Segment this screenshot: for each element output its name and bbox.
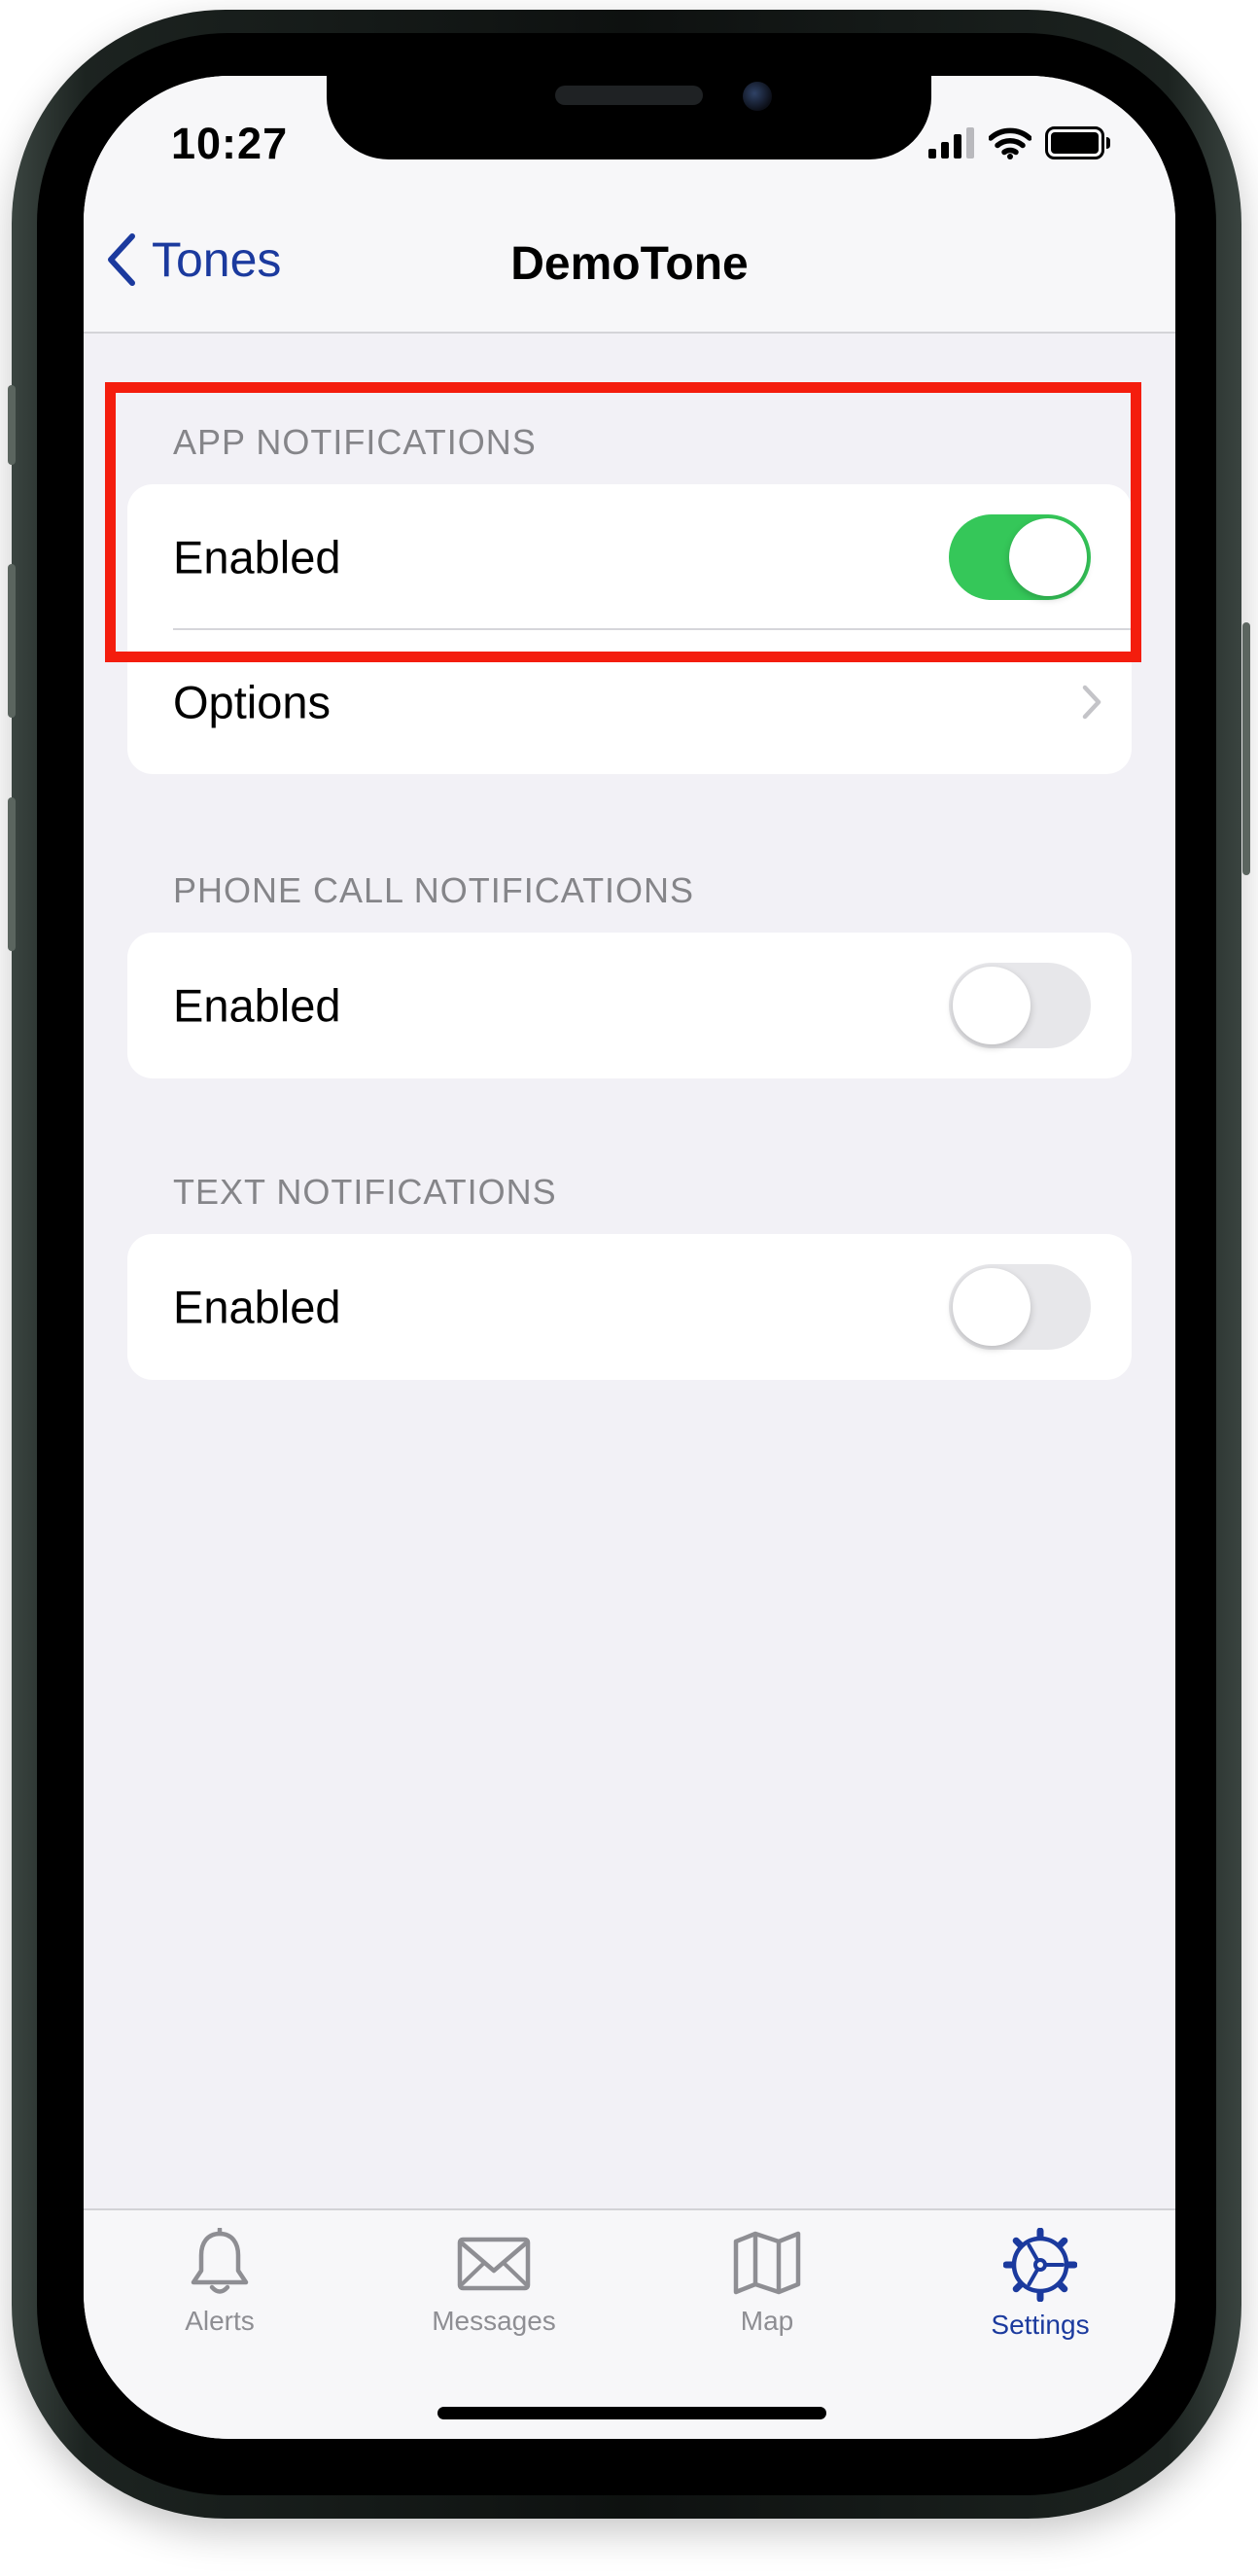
notch — [327, 76, 931, 159]
navigation-area: 10:27 Tones DemoTone — [84, 76, 1175, 334]
page-title: DemoTone — [510, 238, 749, 290]
tab-label: Map — [740, 2306, 794, 2336]
mute-switch — [8, 385, 16, 465]
text-notifications-group: Enabled — [127, 1234, 1132, 1380]
bell-icon — [191, 2228, 249, 2294]
cellular-signal-icon — [928, 127, 974, 159]
status-time: 10:27 — [171, 119, 289, 168]
home-indicator — [437, 2407, 826, 2419]
volume-down-button — [8, 797, 16, 951]
row-label: Enabled — [173, 1281, 341, 1333]
tab-bar: Alerts Messages Map Settings — [84, 2208, 1175, 2439]
section-header-phone-call-notifications: PHONE CALL NOTIFICATIONS — [173, 870, 695, 910]
tab-label: Messages — [432, 2306, 556, 2336]
volume-up-button — [8, 564, 16, 718]
tab-messages[interactable]: Messages — [397, 2228, 591, 2337]
row-label: Enabled — [173, 979, 341, 1032]
earpiece-speaker — [555, 86, 703, 105]
phone-call-enabled-row: Enabled — [127, 933, 1132, 1078]
map-icon — [733, 2231, 801, 2295]
tab-label: Settings — [991, 2310, 1090, 2340]
tab-map[interactable]: Map — [670, 2228, 864, 2337]
row-label: Options — [173, 676, 331, 728]
text-enabled-row: Enabled — [127, 1234, 1132, 1380]
toggle-knob — [953, 967, 1031, 1044]
wifi-icon — [989, 127, 1031, 159]
chevron-right-icon — [1082, 685, 1101, 720]
toggle-knob — [953, 1268, 1031, 1346]
gear-icon — [1003, 2228, 1077, 2302]
battery-icon — [1045, 126, 1110, 159]
highlight-annotation-box — [105, 382, 1141, 662]
phone-call-notifications-toggle[interactable] — [949, 963, 1091, 1048]
tab-label: Alerts — [185, 2306, 255, 2336]
power-button — [1242, 622, 1250, 875]
front-camera — [743, 82, 772, 111]
phone-call-notifications-group: Enabled — [127, 933, 1132, 1078]
envelope-icon — [457, 2237, 531, 2291]
tab-alerts[interactable]: Alerts — [122, 2228, 317, 2337]
tab-settings[interactable]: Settings — [943, 2228, 1137, 2341]
section-header-text-notifications: TEXT NOTIFICATIONS — [173, 1172, 557, 1212]
text-notifications-toggle[interactable] — [949, 1264, 1091, 1350]
status-icons — [928, 124, 1111, 161]
